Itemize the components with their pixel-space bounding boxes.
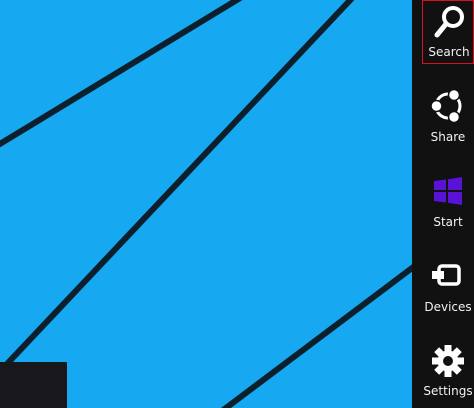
search-charm[interactable]: Search: [422, 0, 474, 64]
devices-charm-label: Devices: [424, 300, 472, 314]
search-charm-label: Search: [428, 45, 470, 59]
devices-charm[interactable]: Devices: [422, 256, 474, 320]
settings-charm-label: Settings: [423, 384, 473, 398]
screen: Search Share Start Devices Settings: [0, 0, 474, 408]
start-charm[interactable]: Start: [422, 171, 474, 235]
share-charm[interactable]: Share: [422, 86, 474, 150]
start-charm-label: Start: [433, 215, 463, 229]
charms-bar: Search Share Start Devices Settings: [412, 0, 474, 408]
gear-icon: [422, 340, 474, 384]
devices-icon: [422, 256, 474, 300]
wallpaper-background: [0, 0, 412, 408]
share-icon: [422, 86, 474, 130]
magnifier-icon: [423, 1, 474, 45]
share-charm-label: Share: [430, 130, 466, 144]
taskbar-corner[interactable]: [0, 362, 67, 408]
settings-charm[interactable]: Settings: [422, 340, 474, 404]
windows-logo-icon: [422, 171, 474, 215]
desktop-wallpaper: [0, 0, 412, 408]
